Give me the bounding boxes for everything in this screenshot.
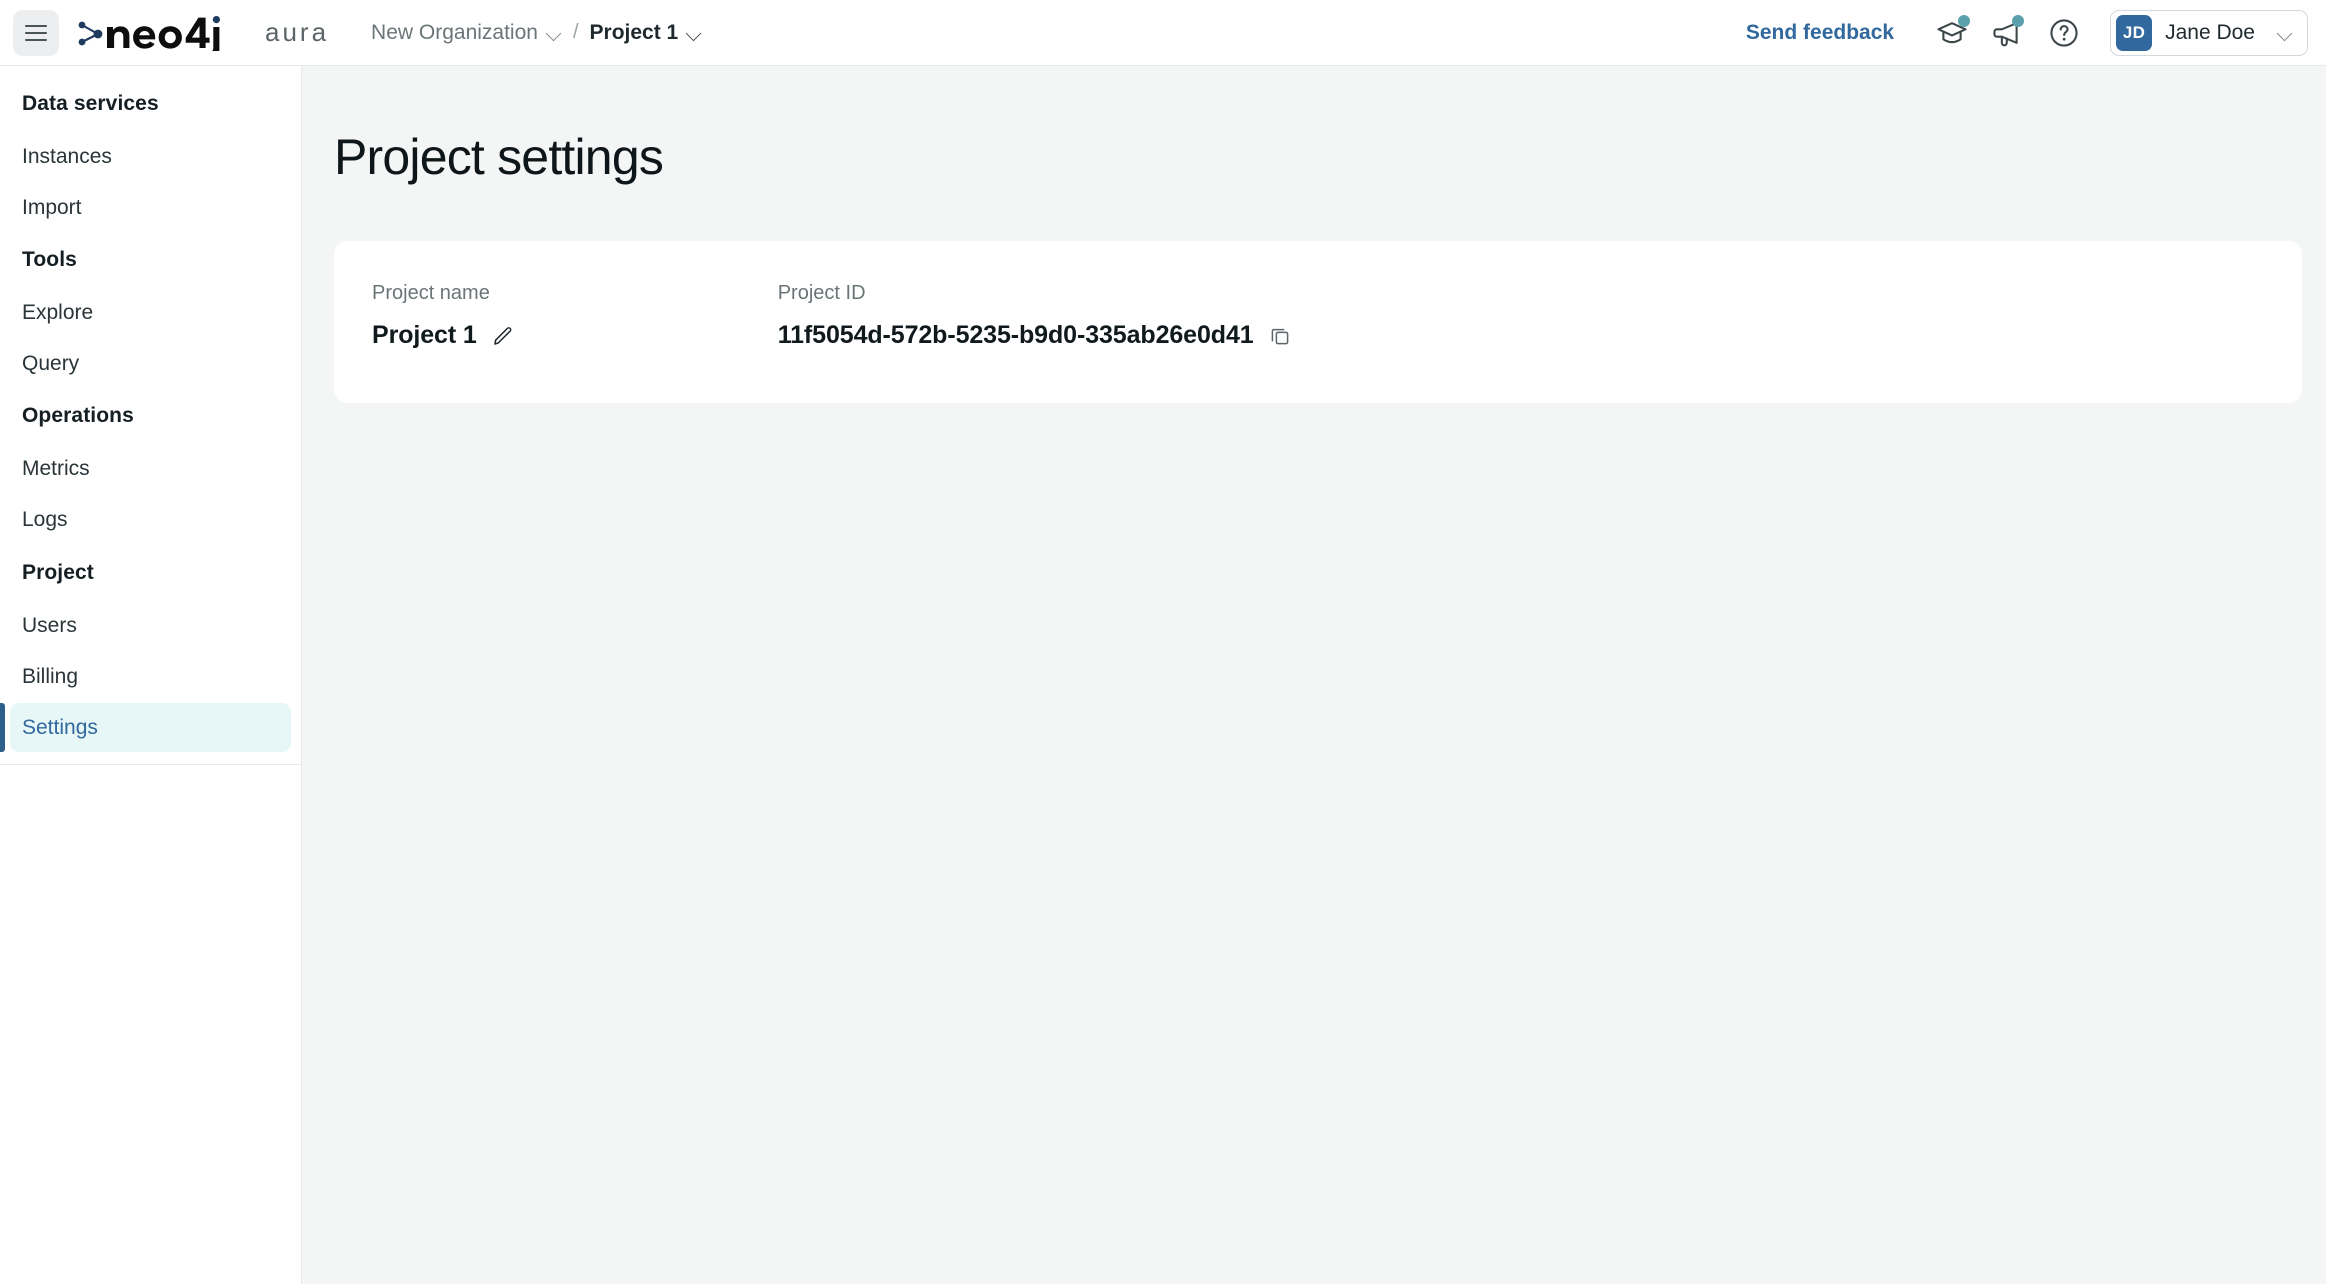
breadcrumb: New Organization / Project 1 <box>371 21 702 45</box>
project-name-value: Project 1 <box>372 321 477 349</box>
hamburger-line <box>25 24 47 27</box>
project-settings-card: Project name Project 1 Project ID 11f505… <box>334 241 2302 403</box>
graduation-cap-button[interactable] <box>1924 7 1980 59</box>
sidebar-item-instances[interactable]: Instances <box>10 132 291 181</box>
sidebar-item-import[interactable]: Import <box>10 183 291 232</box>
sidebar-nav: Data services Instances Import Tools Exp… <box>0 78 301 752</box>
user-menu-button[interactable]: JD Jane Doe <box>2110 9 2308 56</box>
help-circle-icon <box>2050 18 2078 47</box>
chevron-down-icon <box>547 28 562 37</box>
project-id-field: Project ID 11f5054d-572b-5235-b9d0-335ab… <box>516 282 1293 350</box>
sidebar-item-settings[interactable]: Settings <box>0 702 291 752</box>
neo4j-aura-logo[interactable]: aura <box>76 13 329 53</box>
project-name-label: Project name <box>372 282 490 304</box>
hamburger-menu-icon[interactable] <box>13 9 59 56</box>
hamburger-line <box>25 31 47 34</box>
sidebar-item-query[interactable]: Query <box>10 339 291 388</box>
user-name-label: Jane Doe <box>2165 20 2255 44</box>
breadcrumb-project[interactable]: Project 1 <box>590 21 703 45</box>
sidebar-heading-tools: Tools <box>22 248 77 272</box>
project-id-value-row: 11f5054d-572b-5235-b9d0-335ab26e0d41 <box>778 321 1293 350</box>
chevron-down-icon <box>687 28 702 37</box>
sidebar-item-users[interactable]: Users <box>10 601 291 650</box>
topbar-actions: Send feedback JD Jane Doe <box>1746 7 2326 59</box>
neo4j-wordmark-icon <box>78 15 220 51</box>
project-name-value-row: Project 1 <box>372 321 516 350</box>
sidebar-heading-data-services: Data services <box>22 92 159 115</box>
project-id-value: 11f5054d-572b-5235-b9d0-335ab26e0d41 <box>777 321 1254 349</box>
hamburger-line <box>25 38 47 41</box>
notification-badge <box>1958 14 1971 27</box>
breadcrumb-project-label: Project 1 <box>589 20 679 44</box>
breadcrumb-organization[interactable]: New Organization <box>371 21 562 45</box>
breadcrumb-organization-label: New Organization <box>371 20 538 44</box>
edit-project-name-button[interactable] <box>490 323 516 349</box>
sidebar-item-billing[interactable]: Billing <box>10 652 291 701</box>
avatar: JD <box>2116 14 2153 51</box>
sidebar-item-logs[interactable]: Logs <box>10 495 291 544</box>
sidebar-divider <box>0 763 301 765</box>
send-feedback-link[interactable]: Send feedback <box>1746 21 1894 45</box>
sidebar-item-explore[interactable]: Explore <box>10 288 291 337</box>
announcements-button[interactable] <box>1980 7 2036 59</box>
sidebar: Data services Instances Import Tools Exp… <box>0 66 302 1284</box>
aura-wordmark: aura <box>265 17 330 47</box>
notification-badge <box>2012 14 2025 27</box>
top-bar: aura New Organization / Project 1 Send f… <box>0 0 2326 66</box>
help-button[interactable] <box>2036 7 2092 59</box>
main-content: Project settings Project name Project 1 … <box>302 66 2326 1284</box>
chevron-down-icon <box>2278 28 2293 37</box>
project-id-label: Project ID <box>777 282 866 304</box>
pencil-icon <box>493 326 512 345</box>
sidebar-heading-project: Project <box>22 560 94 584</box>
breadcrumb-separator: / <box>572 21 579 43</box>
copy-icon <box>1271 328 1288 344</box>
sidebar-item-metrics[interactable]: Metrics <box>10 444 291 493</box>
project-name-field: Project name Project 1 <box>334 282 516 350</box>
sidebar-heading-operations: Operations <box>22 404 134 428</box>
copy-project-id-button[interactable] <box>1267 323 1293 349</box>
page-title: Project settings <box>334 129 664 185</box>
